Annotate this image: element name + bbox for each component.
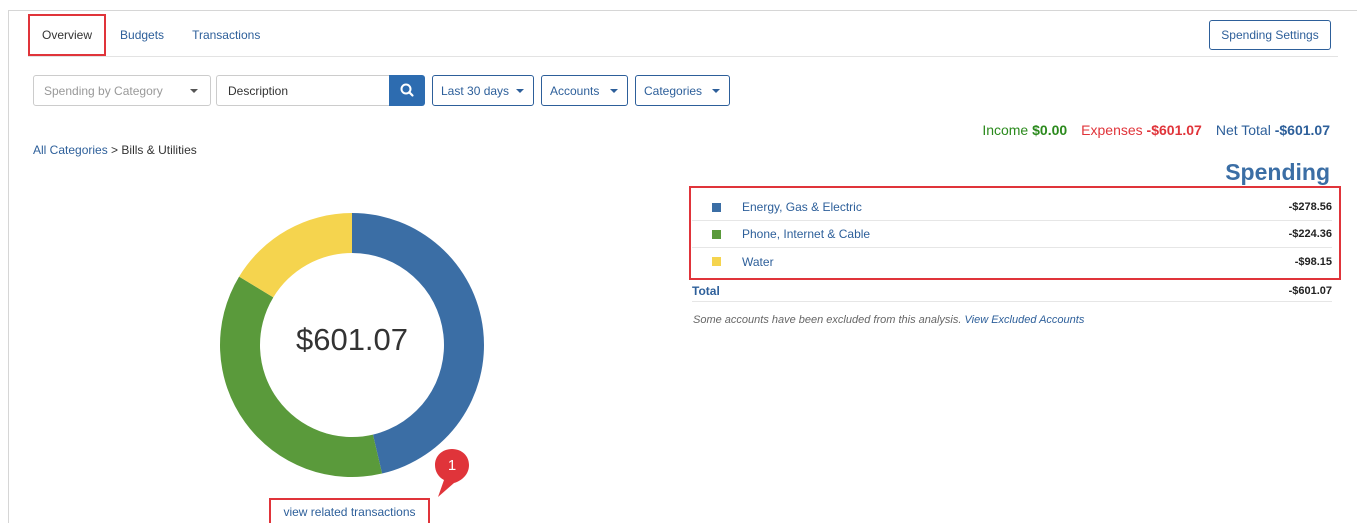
- callout-badge: 1: [435, 449, 469, 497]
- accounts-label: Accounts: [550, 83, 600, 98]
- legend-category-name[interactable]: Water: [742, 255, 1295, 269]
- breadcrumb-current: Bills & Utilities: [121, 143, 197, 157]
- expenses-total: Expenses -$601.07: [1081, 122, 1202, 138]
- categories-dropdown[interactable]: Categories: [635, 75, 730, 106]
- tab-transactions[interactable]: Transactions: [178, 14, 274, 56]
- description-input[interactable]: [216, 75, 390, 106]
- expenses-label: Expenses: [1081, 122, 1143, 138]
- caret-down-icon: [712, 89, 720, 93]
- totals-summary: Income $0.00 Expenses -$601.07 Net Total…: [982, 122, 1330, 138]
- income-total: Income $0.00: [982, 122, 1067, 138]
- breadcrumb-all-categories[interactable]: All Categories: [33, 143, 108, 157]
- tab-bar: Overview Budgets Transactions: [28, 14, 274, 56]
- excluded-note-text: Some accounts have been excluded from th…: [693, 314, 962, 326]
- legend-category-name[interactable]: Phone, Internet & Cable: [742, 227, 1289, 241]
- date-range-label: Last 30 days: [441, 83, 510, 98]
- net-label: Net Total: [1215, 122, 1271, 138]
- donut-slice[interactable]: [220, 276, 383, 477]
- categories-label: Categories: [644, 83, 703, 98]
- excluded-note: Some accounts have been excluded from th…: [693, 314, 1084, 326]
- date-range-dropdown[interactable]: Last 30 days: [432, 75, 534, 106]
- tab-divider: [28, 56, 1338, 57]
- legend-category-name[interactable]: Energy, Gas & Electric: [742, 200, 1289, 214]
- tab-budgets[interactable]: Budgets: [106, 14, 178, 56]
- accounts-dropdown[interactable]: Accounts: [541, 75, 628, 106]
- search-icon: [400, 83, 414, 97]
- view-select-value: Spending by Category: [44, 83, 163, 98]
- legend-row[interactable]: Energy, Gas & Electric -$278.56: [692, 194, 1332, 221]
- expenses-value: -$601.07: [1146, 122, 1202, 138]
- net-total: Net Total -$601.07: [1216, 122, 1330, 138]
- legend-swatch: [712, 202, 721, 212]
- total-row: Total -$601.07: [692, 280, 1332, 302]
- search-button[interactable]: [389, 75, 425, 106]
- legend-swatch: [712, 229, 721, 239]
- legend-amount: -$98.15: [1294, 255, 1332, 268]
- total-label: Total: [692, 283, 720, 298]
- breadcrumb-separator: >: [111, 143, 119, 157]
- legend-row[interactable]: Phone, Internet & Cable -$224.36: [692, 221, 1332, 248]
- caret-down-icon: [190, 89, 198, 93]
- income-value: $0.00: [1032, 122, 1068, 138]
- legend-row[interactable]: Water -$98.15: [692, 248, 1332, 275]
- total-amount: -$601.07: [1288, 284, 1332, 297]
- donut-slice[interactable]: [239, 213, 352, 298]
- net-value: -$601.07: [1274, 122, 1330, 138]
- legend-amount: -$224.36: [1288, 228, 1332, 240]
- legend-amount: -$278.56: [1288, 201, 1332, 213]
- caret-down-icon: [610, 89, 618, 93]
- callout-badge-number: 1: [448, 457, 456, 474]
- tab-overview[interactable]: Overview: [28, 14, 107, 56]
- spending-settings-button[interactable]: Spending Settings: [1209, 20, 1331, 50]
- view-excluded-accounts-link[interactable]: View Excluded Accounts: [965, 314, 1085, 326]
- donut-center-total: $601.07: [295, 322, 409, 357]
- legend-swatch: [712, 257, 721, 266]
- caret-down-icon: [516, 89, 524, 93]
- view-related-transactions-link[interactable]: view related transactions: [269, 498, 430, 523]
- breadcrumb: All Categories > Bills & Utilities: [33, 143, 197, 157]
- view-select[interactable]: Spending by Category: [33, 75, 211, 106]
- income-label: Income: [982, 122, 1029, 138]
- spending-heading: Spending: [1225, 159, 1330, 185]
